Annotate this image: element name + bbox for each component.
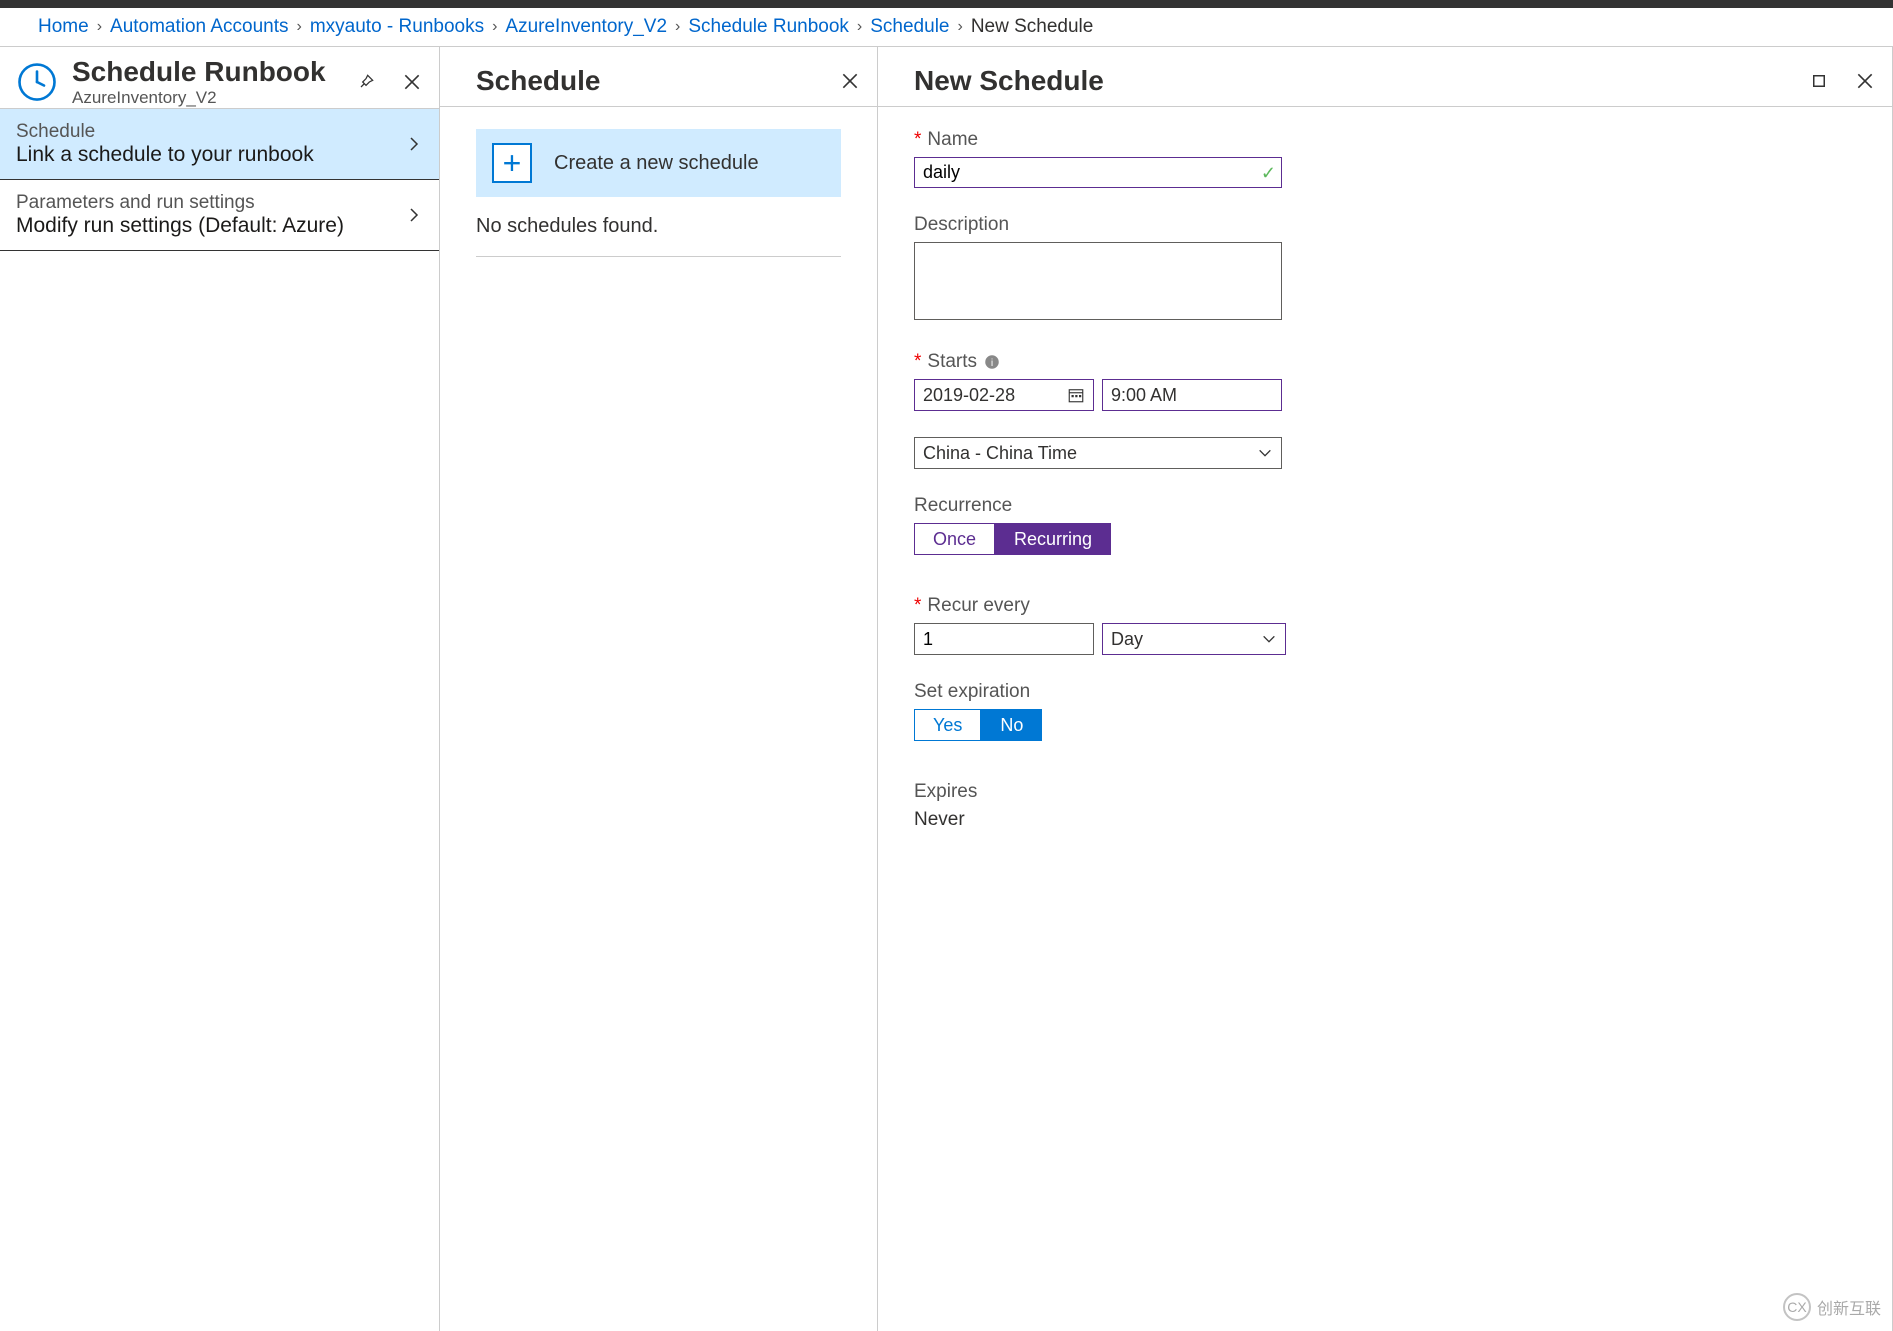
- breadcrumb-home[interactable]: Home: [38, 16, 89, 38]
- expiration-no-button[interactable]: No: [981, 709, 1042, 741]
- breadcrumb: Home › Automation Accounts › mxyauto - R…: [0, 8, 1893, 46]
- starts-label: Starts: [927, 351, 977, 373]
- menu-item-desc: Modify run settings (Default: Azure): [16, 214, 344, 238]
- svg-text:i: i: [991, 357, 993, 369]
- close-icon[interactable]: [401, 71, 423, 93]
- recurrence-label: Recurrence: [914, 495, 1012, 517]
- plus-icon: +: [492, 143, 532, 183]
- close-icon[interactable]: [839, 70, 861, 92]
- recur-value-input[interactable]: [914, 623, 1094, 655]
- watermark-text: 创新互联: [1817, 1295, 1881, 1319]
- menu-item-parameters[interactable]: Parameters and run settings Modify run s…: [0, 180, 439, 251]
- clock-icon: [16, 61, 58, 103]
- pin-icon[interactable]: [355, 71, 377, 93]
- recur-every-label: Recur every: [927, 595, 1029, 617]
- expires-label: Expires: [914, 781, 977, 803]
- breadcrumb-automation-accounts[interactable]: Automation Accounts: [110, 16, 289, 38]
- starts-date-value: 2019-02-28: [923, 385, 1015, 406]
- description-label: Description: [914, 214, 1009, 236]
- chevron-right-icon: ›: [492, 18, 497, 36]
- watermark-logo-icon: CX: [1783, 1293, 1811, 1321]
- recur-unit-value: Day: [1111, 629, 1143, 650]
- create-schedule-button[interactable]: + Create a new schedule: [476, 129, 841, 197]
- menu-item-label: Parameters and run settings: [16, 192, 344, 214]
- calendar-icon: [1067, 386, 1085, 404]
- chevron-down-icon: [1261, 631, 1277, 647]
- chevron-right-icon: ›: [675, 18, 680, 36]
- create-schedule-label: Create a new schedule: [554, 152, 759, 175]
- watermark: CX 创新互联: [1783, 1293, 1881, 1321]
- check-icon: ✓: [1261, 163, 1276, 184]
- blade-title: Schedule Runbook: [72, 56, 326, 88]
- breadcrumb-azureinventory[interactable]: AzureInventory_V2: [505, 16, 667, 38]
- chevron-down-icon: [1257, 445, 1273, 461]
- timezone-select[interactable]: China - China Time: [914, 437, 1282, 469]
- recurrence-once-button[interactable]: Once: [914, 523, 995, 555]
- chevron-right-icon: ›: [857, 18, 862, 36]
- breadcrumb-current: New Schedule: [971, 16, 1094, 38]
- menu-item-label: Schedule: [16, 121, 314, 143]
- chevron-right-icon: ›: [297, 18, 302, 36]
- expiration-yes-button[interactable]: Yes: [914, 709, 981, 741]
- recurrence-recurring-button[interactable]: Recurring: [995, 523, 1111, 555]
- breadcrumb-schedule-runbook[interactable]: Schedule Runbook: [688, 16, 849, 38]
- chevron-right-icon: [405, 206, 423, 224]
- expiration-label: Set expiration: [914, 681, 1030, 703]
- name-label: Name: [927, 129, 978, 151]
- empty-schedules-text: No schedules found.: [476, 197, 841, 257]
- starts-date-input[interactable]: 2019-02-28: [914, 379, 1094, 411]
- name-input[interactable]: [914, 157, 1282, 188]
- recur-unit-select[interactable]: Day: [1102, 623, 1286, 655]
- description-input[interactable]: [914, 242, 1282, 320]
- starts-time-input[interactable]: 9:00 AM: [1102, 379, 1282, 411]
- blade-new-schedule: New Schedule *Name ✓ Description: [878, 47, 1893, 1331]
- chevron-right-icon: ›: [97, 18, 102, 36]
- starts-time-value: 9:00 AM: [1111, 385, 1177, 406]
- restore-icon[interactable]: [1808, 70, 1830, 92]
- close-icon[interactable]: [1854, 70, 1876, 92]
- timezone-value: China - China Time: [923, 443, 1077, 464]
- menu-item-schedule[interactable]: Schedule Link a schedule to your runbook: [0, 109, 439, 180]
- blade-subtitle: AzureInventory_V2: [72, 88, 326, 108]
- blade-schedule-list: Schedule + Create a new schedule No sche…: [440, 47, 878, 1331]
- chevron-right-icon: ›: [957, 18, 962, 36]
- expires-value: Never: [914, 809, 1856, 831]
- breadcrumb-schedule[interactable]: Schedule: [870, 16, 949, 38]
- chevron-right-icon: [405, 135, 423, 153]
- menu-item-desc: Link a schedule to your runbook: [16, 143, 314, 167]
- info-icon[interactable]: i: [983, 353, 1001, 371]
- blade-schedule-runbook: Schedule Runbook AzureInventory_V2 Sched…: [0, 47, 440, 1331]
- blade-title: Schedule: [476, 65, 600, 97]
- breadcrumb-mxyauto[interactable]: mxyauto - Runbooks: [310, 16, 484, 38]
- blade-title: New Schedule: [914, 65, 1104, 97]
